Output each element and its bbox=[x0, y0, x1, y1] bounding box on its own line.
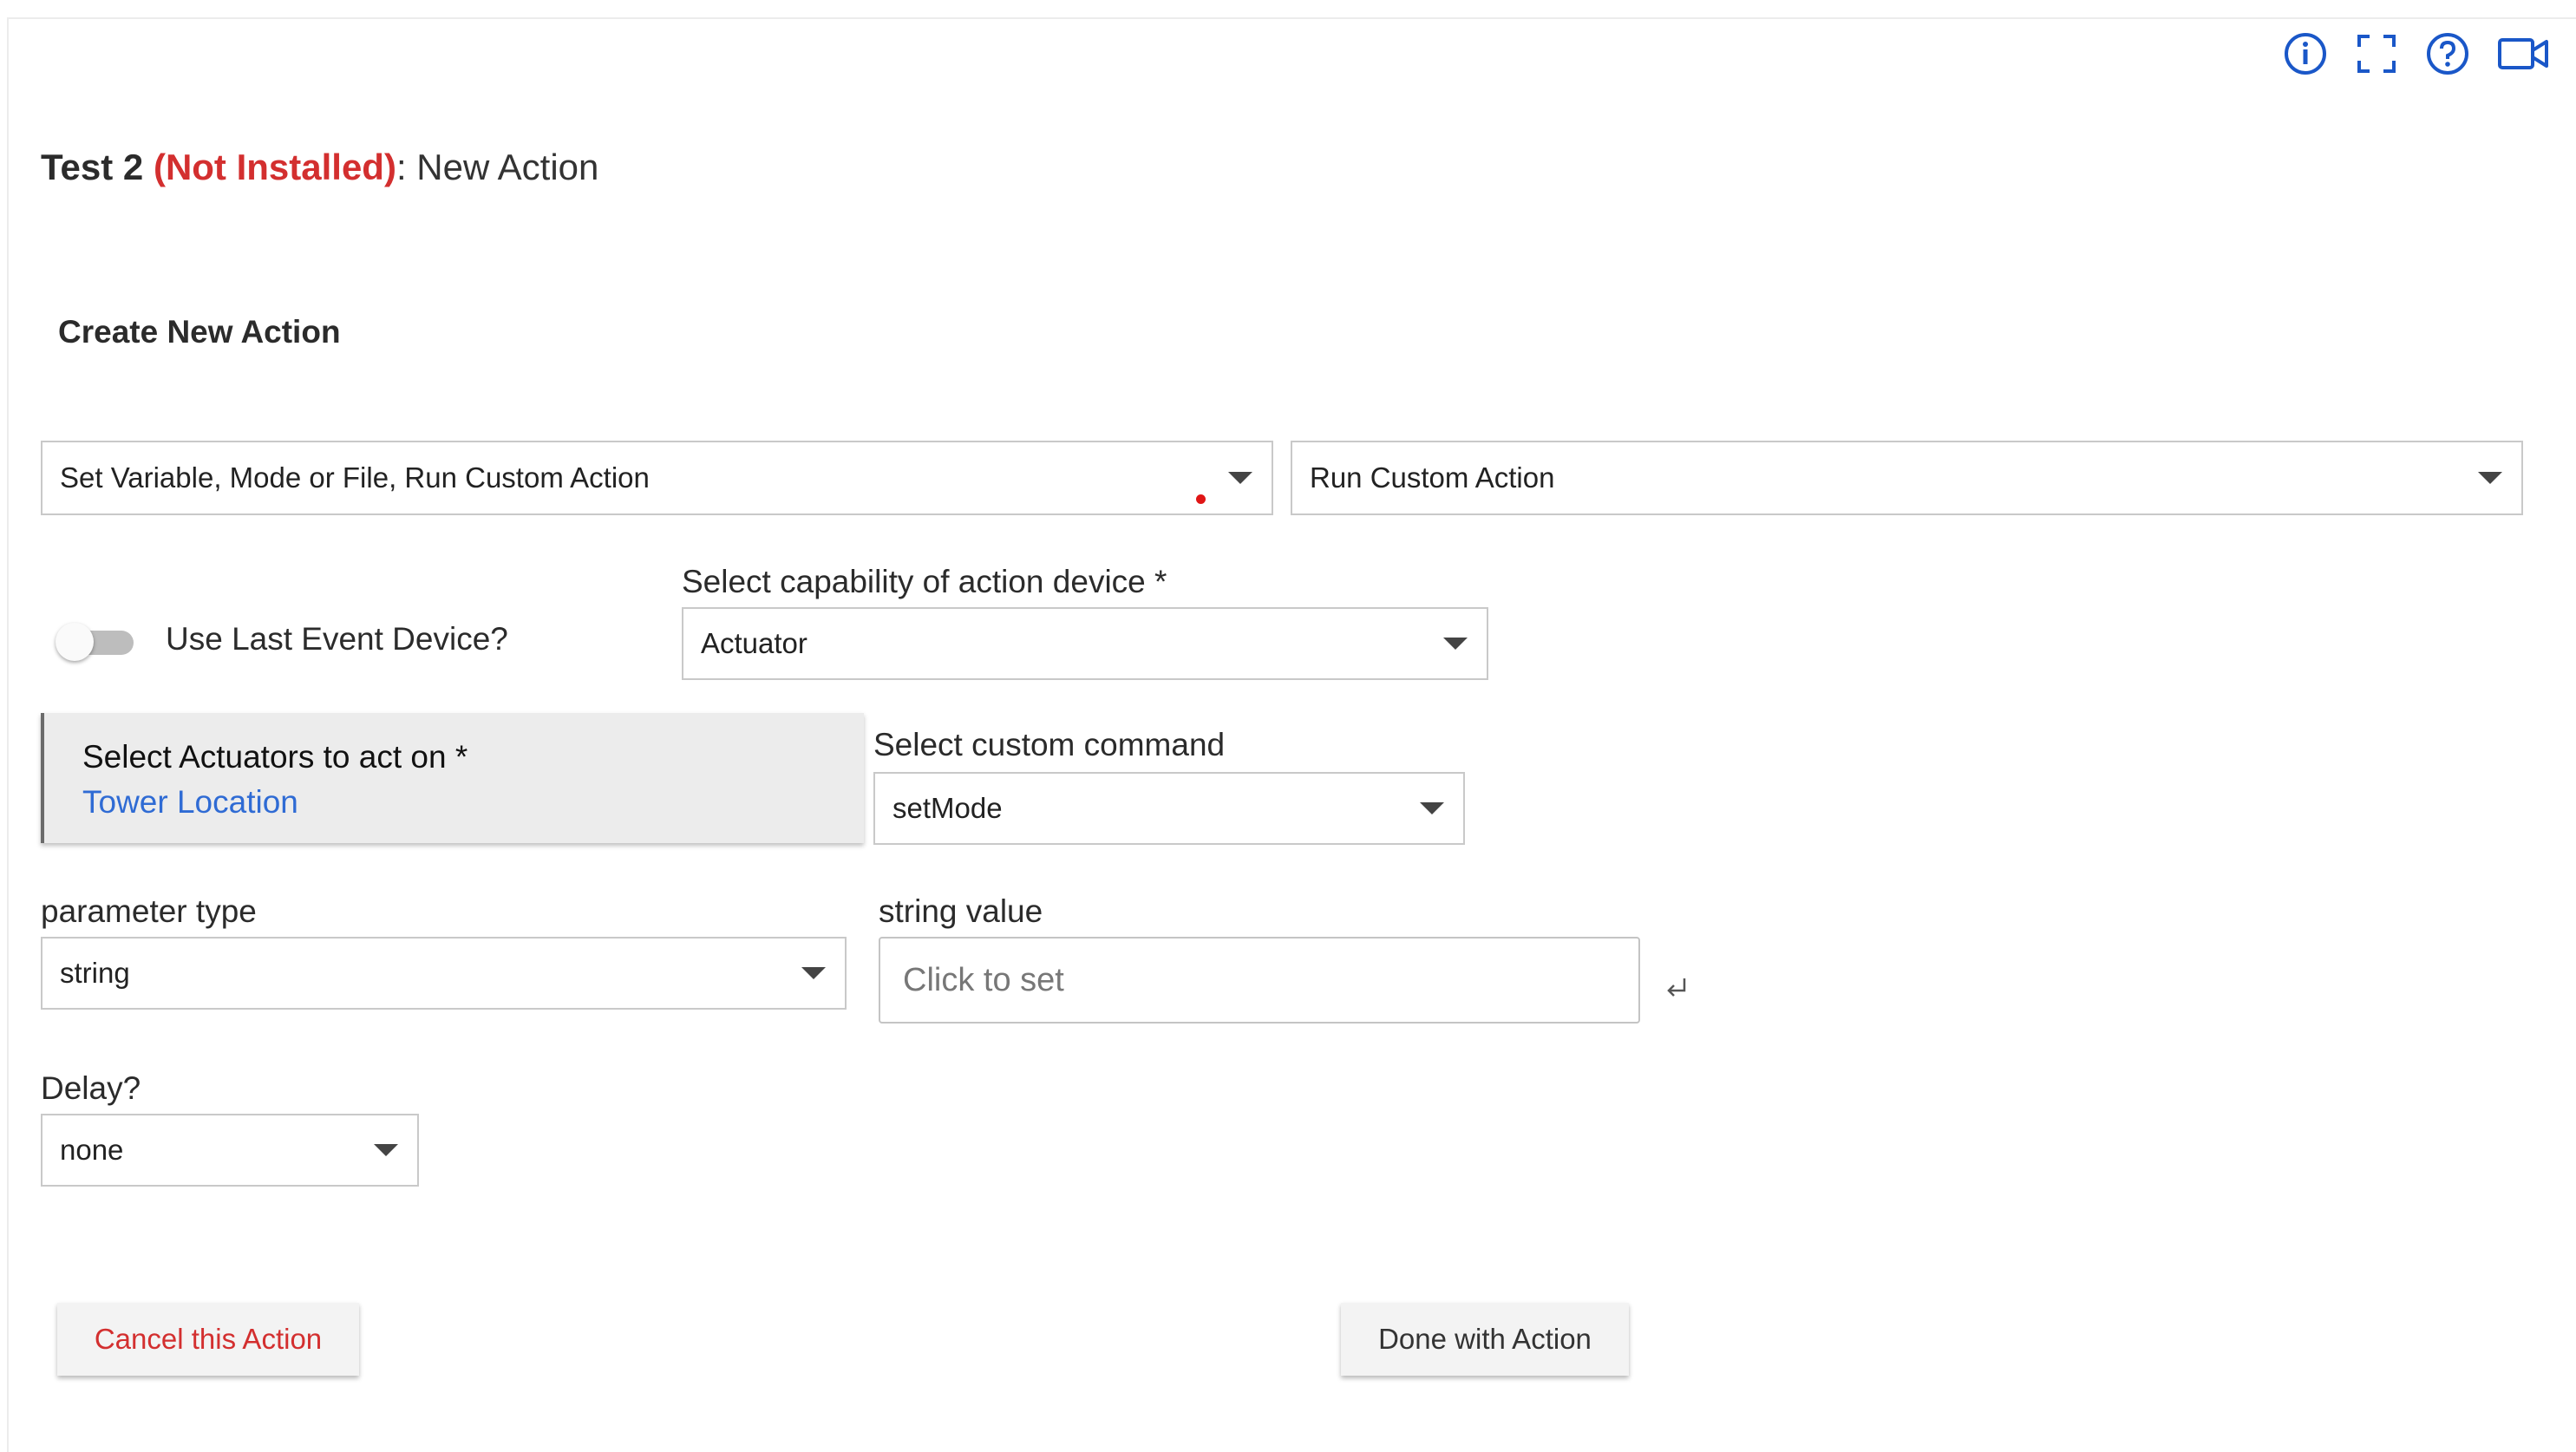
page-name: : New Action bbox=[396, 147, 599, 187]
custom-command-label: Select custom command bbox=[873, 727, 1226, 762]
action-subtype-select[interactable]: Run Custom Action bbox=[1291, 441, 2523, 515]
delay-select[interactable]: none bbox=[41, 1114, 419, 1187]
action-subtype-value: Run Custom Action bbox=[1310, 461, 1555, 494]
selected-device[interactable]: Tower Location bbox=[82, 784, 298, 821]
delay-label: Delay? bbox=[41, 1070, 141, 1106]
fullscreen-icon[interactable] bbox=[2354, 31, 2399, 76]
chevron-down-icon bbox=[374, 1144, 398, 1156]
device-selector-label: Select Actuators to act on * bbox=[82, 739, 468, 775]
device-selector[interactable]: Select Actuators to act on * Tower Locat… bbox=[41, 713, 864, 843]
chevron-down-icon bbox=[1420, 802, 1444, 814]
capability-select[interactable]: Actuator bbox=[682, 607, 1488, 680]
cancel-action-button[interactable]: Cancel this Action bbox=[57, 1303, 359, 1376]
top-toolbar bbox=[2283, 31, 2550, 76]
help-icon[interactable] bbox=[2425, 31, 2470, 76]
toggle-thumb bbox=[56, 623, 94, 661]
required-indicator bbox=[1196, 494, 1206, 504]
custom-command-select[interactable]: setMode bbox=[873, 772, 1465, 845]
done-action-button[interactable]: Done with Action bbox=[1341, 1303, 1629, 1376]
chevron-down-icon bbox=[1443, 638, 1468, 650]
chevron-down-icon bbox=[801, 967, 826, 979]
parameter-type-label: parameter type bbox=[41, 893, 257, 929]
install-status: (Not Installed) bbox=[153, 147, 396, 187]
video-icon[interactable] bbox=[2496, 31, 2550, 76]
chevron-down-icon bbox=[2478, 472, 2502, 484]
page-title: Test 2 (Not Installed): New Action bbox=[41, 144, 598, 191]
delay-value: none bbox=[60, 1134, 124, 1166]
info-icon[interactable] bbox=[2283, 31, 2328, 76]
capability-value: Actuator bbox=[701, 627, 807, 659]
chevron-down-icon bbox=[1228, 472, 1252, 484]
section-title: Create New Action bbox=[58, 314, 341, 350]
capability-label: Select capability of action device * bbox=[682, 564, 1167, 599]
parameter-type-value: string bbox=[60, 957, 130, 989]
parameter-type-select[interactable]: string bbox=[41, 937, 847, 1010]
app-name: Test 2 bbox=[41, 147, 144, 187]
string-value-label: string value bbox=[879, 893, 1043, 929]
action-type-select[interactable]: Set Variable, Mode or File, Run Custom A… bbox=[41, 441, 1273, 515]
use-last-event-toggle[interactable] bbox=[56, 623, 134, 661]
string-value-input[interactable] bbox=[879, 937, 1640, 1024]
enter-icon[interactable] bbox=[1664, 975, 1690, 1001]
custom-command-value: setMode bbox=[892, 792, 1003, 824]
action-type-value: Set Variable, Mode or File, Run Custom A… bbox=[60, 461, 650, 494]
use-last-event-label: Use Last Event Device? bbox=[166, 621, 508, 657]
